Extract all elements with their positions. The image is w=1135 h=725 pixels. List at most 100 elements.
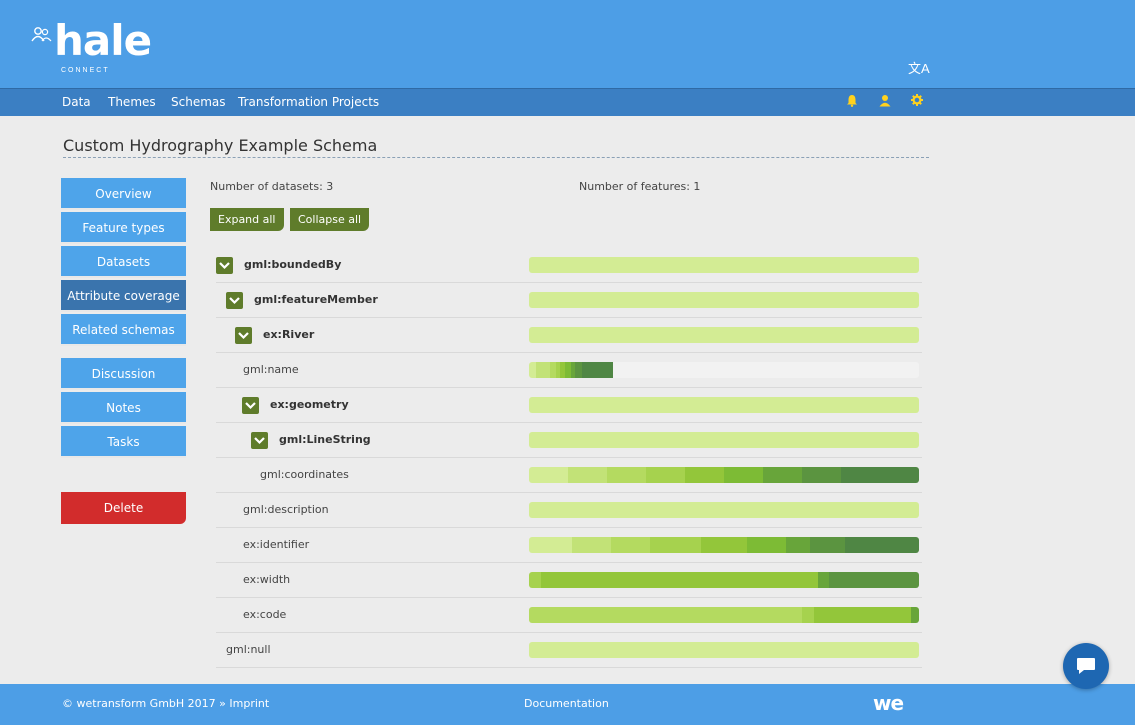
coverage-segment — [529, 292, 919, 308]
chevron-down-icon[interactable] — [235, 327, 252, 344]
chevron-down-icon[interactable] — [242, 397, 259, 414]
coverage-segment — [581, 362, 613, 378]
attribute-label: ex:River — [263, 328, 315, 341]
coverage-segment — [536, 362, 550, 378]
header-bar: hale CONNECT 文A — [0, 0, 1135, 88]
attribute-label: ex:geometry — [270, 398, 349, 411]
coverage-segment — [802, 607, 814, 623]
coverage-segment — [529, 257, 919, 273]
tree-row-ex-width: ex:width — [216, 563, 922, 598]
sidebar-item-discussion[interactable]: Discussion — [61, 358, 186, 390]
coverage-segment — [786, 537, 810, 553]
coverage-bar — [529, 537, 919, 553]
coverage-segment — [529, 467, 568, 483]
sidebar-item-related-schemas[interactable]: Related schemas — [61, 314, 186, 346]
collapse-all-button[interactable]: Collapse all — [290, 208, 370, 231]
sidebar-item-overview[interactable]: Overview — [61, 178, 186, 210]
coverage-segment — [610, 537, 650, 553]
coverage-segment — [571, 537, 611, 553]
coverage-segment — [607, 467, 646, 483]
nav-link-data[interactable]: Data — [62, 95, 91, 109]
sidebar-item-datasets[interactable]: Datasets — [61, 246, 186, 278]
chevron-down-icon[interactable] — [216, 257, 233, 274]
delete-button[interactable]: Delete — [61, 492, 186, 524]
tree-row-gml-boundedby[interactable]: gml:boundedBy — [216, 248, 922, 283]
coverage-bar — [529, 572, 919, 588]
coverage-bar — [529, 432, 919, 448]
coverage-bar — [529, 257, 919, 273]
logo-subtitle: CONNECT — [61, 67, 110, 74]
tree-row-ex-river[interactable]: ex:River — [216, 318, 922, 353]
coverage-bar — [529, 362, 919, 378]
attribute-label: gml:null — [226, 643, 271, 656]
coverage-bar — [529, 467, 919, 483]
coverage-segment — [763, 467, 802, 483]
coverage-segment — [844, 537, 884, 553]
coverage-segment — [529, 432, 919, 448]
tree-row-gml-featuremember[interactable]: gml:featureMember — [216, 283, 922, 318]
coverage-segment — [813, 607, 912, 623]
tree-row-ex-code: ex:code — [216, 598, 922, 633]
bell-icon[interactable] — [846, 94, 858, 110]
page-title: Custom Hydrography Example Schema — [63, 136, 378, 155]
chevron-down-icon[interactable] — [251, 432, 268, 449]
nav-link-themes[interactable]: Themes — [108, 95, 156, 109]
coverage-segment — [529, 642, 919, 658]
sidebar-item-attribute-coverage[interactable]: Attribute coverage — [61, 280, 186, 312]
logo-people-icon — [31, 27, 52, 42]
coverage-bar — [529, 502, 919, 518]
attribute-label: gml:name — [243, 363, 299, 376]
attribute-label: gml:description — [243, 503, 329, 516]
footer-copyright-link[interactable]: © wetransform GmbH 2017 » Imprint — [62, 697, 269, 710]
nav-link-transformation-projects[interactable]: Transformation Projects — [238, 95, 379, 109]
coverage-bar — [529, 292, 919, 308]
sidebar-item-feature-types[interactable]: Feature types — [61, 212, 186, 244]
gear-icon[interactable] — [911, 94, 923, 109]
user-icon[interactable] — [879, 94, 891, 110]
coverage-segment — [685, 467, 724, 483]
coverage-segment — [529, 572, 541, 588]
coverage-segment — [747, 537, 787, 553]
title-divider — [63, 157, 929, 158]
coverage-segment — [802, 467, 841, 483]
footer-bar: © wetransform GmbH 2017 » Imprint Docume… — [0, 684, 1135, 725]
coverage-segment — [817, 572, 830, 588]
tree-row-ex-geometry[interactable]: ex:geometry — [216, 388, 922, 423]
features-count: Number of features: 1 — [579, 180, 701, 193]
coverage-segment — [529, 502, 919, 518]
coverage-bar — [529, 642, 919, 658]
attribute-label: gml:featureMember — [254, 293, 378, 306]
attribute-label: gml:coordinates — [260, 468, 349, 481]
coverage-segment — [841, 467, 880, 483]
chevron-down-icon[interactable] — [226, 292, 243, 309]
tree-row-gml-linestring[interactable]: gml:LineString — [216, 423, 922, 458]
sidebar-item-notes[interactable]: Notes — [61, 392, 186, 424]
coverage-bar — [529, 607, 919, 623]
coverage-segment — [880, 467, 919, 483]
coverage-segment — [540, 572, 818, 588]
coverage-segment — [700, 537, 748, 553]
translate-icon[interactable]: 文A — [908, 58, 930, 77]
coverage-segment — [646, 467, 685, 483]
main-nav: Data Themes Schemas Transformation Proje… — [0, 88, 1135, 116]
datasets-count: Number of datasets: 3 — [210, 180, 334, 193]
hale-connect-logo[interactable]: hale CONNECT — [30, 16, 152, 82]
nav-link-schemas[interactable]: Schemas — [171, 95, 226, 109]
attribute-label: ex:code — [243, 608, 287, 621]
coverage-segment — [529, 397, 919, 413]
coverage-bar — [529, 397, 919, 413]
coverage-segment — [724, 467, 763, 483]
coverage-segment — [529, 537, 572, 553]
tree-row-gml-coordinates: gml:coordinates — [216, 458, 922, 493]
chat-bubble-icon[interactable] — [1063, 643, 1109, 689]
coverage-segment — [911, 607, 919, 623]
expand-all-button[interactable]: Expand all — [210, 208, 284, 231]
tree-row-gml-description: gml:description — [216, 493, 922, 528]
sidebar-item-tasks[interactable]: Tasks — [61, 426, 186, 458]
footer-documentation-link[interactable]: Documentation — [524, 697, 609, 710]
attribute-label: gml:boundedBy — [244, 258, 342, 271]
attribute-label: ex:width — [243, 573, 291, 586]
wetransform-logo[interactable]: we — [873, 691, 904, 715]
tree-row-gml-null: gml:null — [216, 633, 922, 668]
tree-row-gml-name: gml:name — [216, 353, 922, 388]
